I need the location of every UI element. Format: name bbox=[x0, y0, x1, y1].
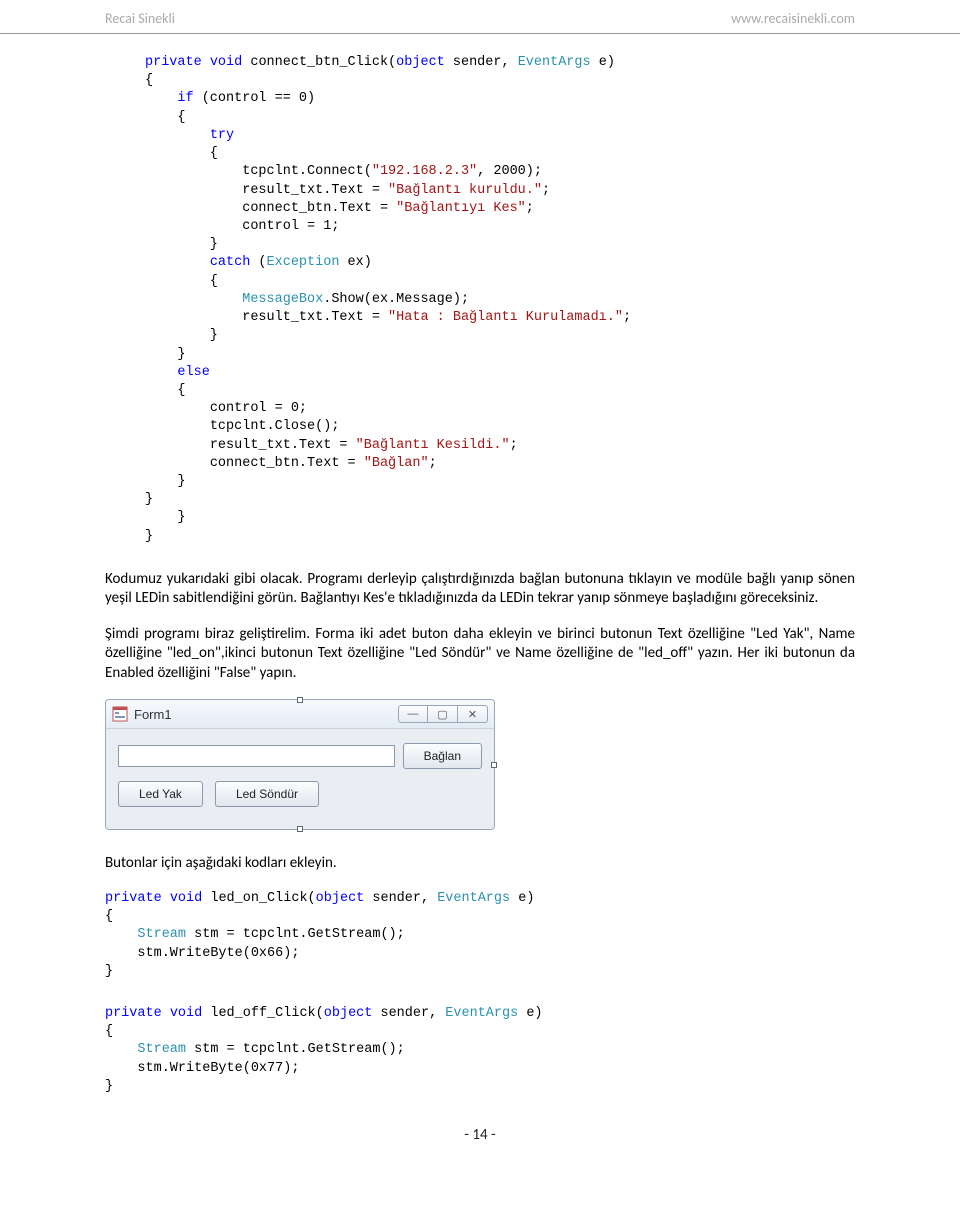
paragraph-3: Butonlar için aşağıdaki kodları ekleyin. bbox=[105, 854, 855, 874]
resize-handle bbox=[297, 697, 303, 703]
minimize-button[interactable]: — bbox=[398, 705, 428, 723]
window-controls: — ▢ ✕ bbox=[398, 705, 488, 723]
page-content: private void connect_btn_Click(object se… bbox=[0, 34, 960, 1174]
form-titlebar: Form1 — ▢ ✕ bbox=[106, 700, 494, 729]
paragraph-1: Kodumuz yukarıdaki gibi olacak. Programı… bbox=[105, 570, 855, 609]
connect-button[interactable]: Bağlan bbox=[403, 743, 482, 769]
led-on-button[interactable]: Led Yak bbox=[118, 781, 203, 807]
code-block-led-on: private void led_on_Click(object sender,… bbox=[105, 890, 855, 981]
form-body: Bağlan Led Yak Led Söndür bbox=[106, 729, 494, 829]
result-textbox[interactable] bbox=[118, 745, 395, 767]
resize-handle bbox=[491, 762, 497, 768]
close-button[interactable]: ✕ bbox=[458, 705, 488, 723]
header-url: www.recaisinekli.com bbox=[731, 10, 855, 27]
form-designer-window: Form1 — ▢ ✕ Bağlan Led Yak Led Söndür bbox=[105, 699, 495, 830]
form-title: Form1 bbox=[134, 707, 172, 722]
code-block-connect: private void connect_btn_Click(object se… bbox=[145, 54, 855, 546]
page-header: Recai Sinekli www.recaisinekli.com bbox=[0, 0, 960, 34]
header-author: Recai Sinekli bbox=[105, 10, 175, 27]
maximize-button[interactable]: ▢ bbox=[428, 705, 458, 723]
resize-handle bbox=[297, 826, 303, 832]
paragraph-2: Şimdi programı biraz geliştirelim. Forma… bbox=[105, 625, 855, 684]
code-block-led-off: private void led_off_Click(object sender… bbox=[105, 1005, 855, 1096]
page-number: - 14 - bbox=[105, 1126, 855, 1144]
form-icon bbox=[112, 706, 128, 722]
led-off-button[interactable]: Led Söndür bbox=[215, 781, 319, 807]
